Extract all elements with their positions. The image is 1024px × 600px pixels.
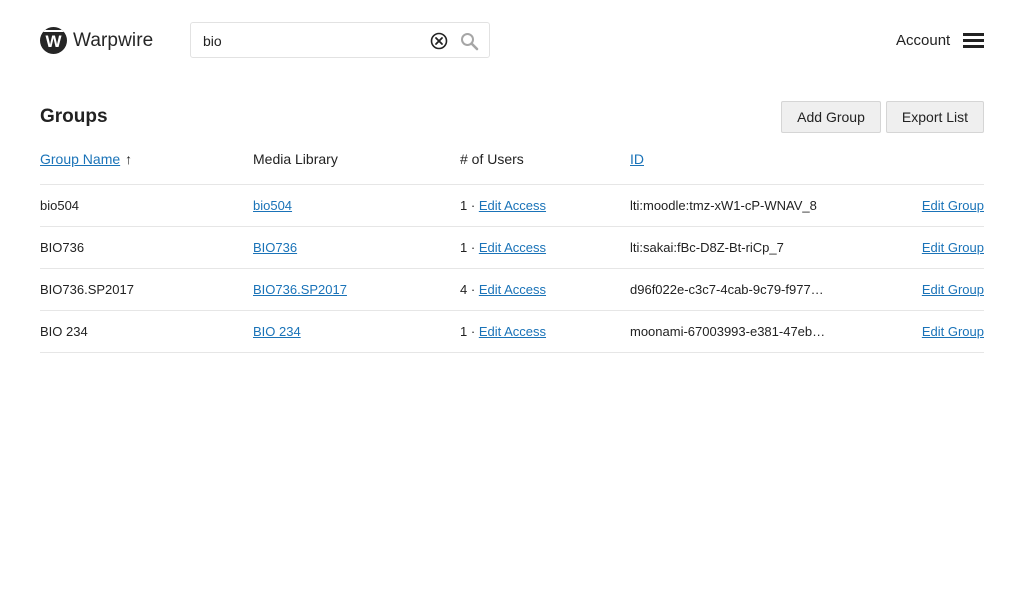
sort-by-id-link[interactable]: ID <box>630 151 644 167</box>
media-library-link[interactable]: BIO736 <box>253 240 297 255</box>
column-header-group-name: Group Name ↑ <box>40 140 132 178</box>
logo-text: Warpwire <box>73 29 154 51</box>
group-id: d96f022e-c3c7-4cab-9c79-f977… <box>630 282 824 297</box>
group-id: moonami-67003993-e381-47eb… <box>630 324 826 339</box>
edit-group-link[interactable]: Edit Group <box>922 324 984 339</box>
table-row: BIO 234 BIO 234 1 · Edit Access moonami-… <box>40 311 984 353</box>
clear-search-icon[interactable] <box>430 32 448 50</box>
sort-ascending-icon: ↑ <box>125 151 133 167</box>
user-count: 1 <box>460 240 468 255</box>
table-header: Group Name ↑ Media Library # of Users ID <box>40 140 984 185</box>
group-id: lti:sakai:fBc-D8Z-Bt-riCp_7 <box>630 240 784 255</box>
column-header-media-library: Media Library <box>253 151 338 167</box>
export-list-button[interactable]: Export List <box>886 101 984 133</box>
edit-group-link[interactable]: Edit Group <box>922 240 984 255</box>
user-count: 1 <box>460 198 468 213</box>
search-input[interactable] <box>203 31 423 51</box>
separator: · <box>470 282 476 297</box>
user-count: 1 <box>460 324 468 339</box>
group-name: BIO 234 <box>40 324 88 339</box>
group-name: bio504 <box>40 198 80 213</box>
table-row: BIO736.SP2017 BIO736.SP2017 4 · Edit Acc… <box>40 269 984 311</box>
user-count: 4 <box>460 282 468 297</box>
edit-group-link[interactable]: Edit Group <box>922 198 984 213</box>
users-cell: 1 · Edit Access <box>460 227 546 269</box>
logo-mark-icon: W <box>40 27 67 54</box>
groups-table: Group Name ↑ Media Library # of Users ID … <box>40 140 984 353</box>
users-cell: 1 · Edit Access <box>460 185 546 227</box>
page-title: Groups <box>40 106 108 127</box>
group-name: BIO736.SP2017 <box>40 282 134 297</box>
logo-letter: W <box>45 32 62 51</box>
hamburger-menu-icon[interactable] <box>963 33 984 49</box>
search-box <box>190 22 490 58</box>
group-id: lti:moodle:tmz-xW1-cP-WNAV_8 <box>630 198 817 213</box>
edit-group-link[interactable]: Edit Group <box>922 282 984 297</box>
column-header-users: # of Users <box>460 151 524 167</box>
edit-access-link[interactable]: Edit Access <box>479 282 546 297</box>
account-link[interactable]: Account <box>896 32 950 49</box>
separator: · <box>470 198 476 213</box>
media-library-link[interactable]: bio504 <box>253 198 292 213</box>
table-row: bio504 bio504 1 · Edit Access lti:moodle… <box>40 185 984 227</box>
group-name: BIO736 <box>40 240 85 255</box>
edit-access-link[interactable]: Edit Access <box>479 240 546 255</box>
warpwire-logo[interactable]: W Warpwire <box>40 27 153 54</box>
column-header-id: ID <box>630 140 644 178</box>
edit-access-link[interactable]: Edit Access <box>479 198 546 213</box>
add-group-button[interactable]: Add Group <box>781 101 881 133</box>
top-bar: W Warpwire Account <box>0 0 1024 80</box>
table-row: BIO736 BIO736 1 · Edit Access lti:sakai:… <box>40 227 984 269</box>
separator: · <box>470 324 476 339</box>
users-cell: 4 · Edit Access <box>460 269 546 311</box>
search-icon[interactable] <box>460 32 479 51</box>
separator: · <box>470 240 476 255</box>
edit-access-link[interactable]: Edit Access <box>479 324 546 339</box>
sort-by-group-name-link[interactable]: Group Name <box>40 151 120 167</box>
users-cell: 1 · Edit Access <box>460 311 546 353</box>
media-library-link[interactable]: BIO 234 <box>253 324 301 339</box>
media-library-link[interactable]: BIO736.SP2017 <box>253 282 347 297</box>
